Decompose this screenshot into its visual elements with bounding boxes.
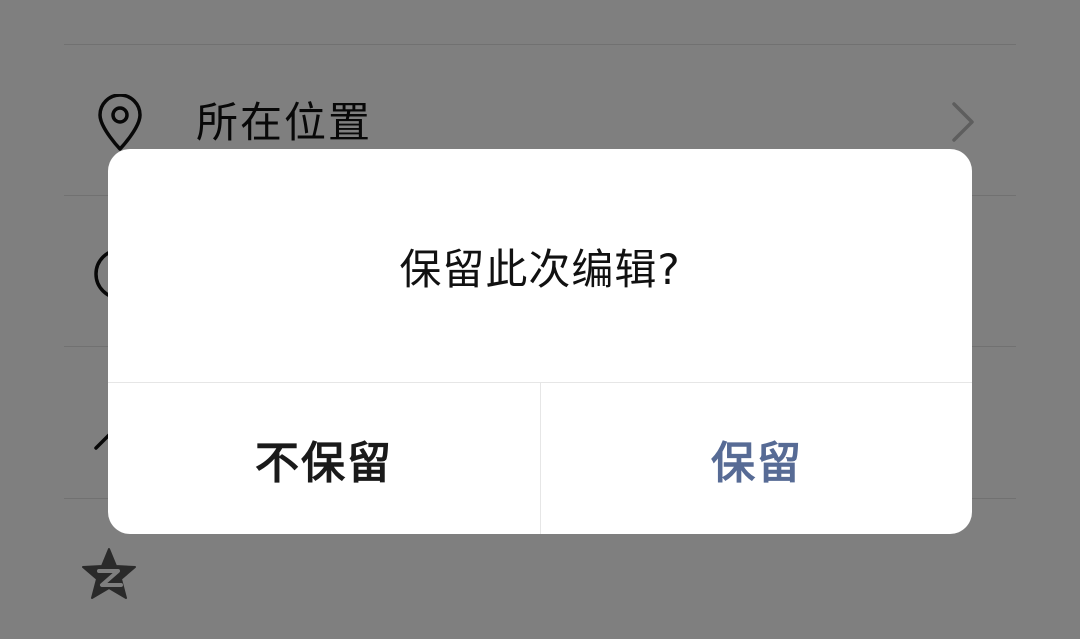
keep-button[interactable]: 保留 xyxy=(541,383,972,534)
moments-edit-screen: 所在位置 保留此次编辑? 不保留 保留 xyxy=(0,0,1080,639)
discard-button[interactable]: 不保留 xyxy=(108,383,540,534)
keep-edit-dialog: 保留此次编辑? 不保留 保留 xyxy=(108,149,972,534)
dialog-message: 保留此次编辑? xyxy=(399,244,681,294)
